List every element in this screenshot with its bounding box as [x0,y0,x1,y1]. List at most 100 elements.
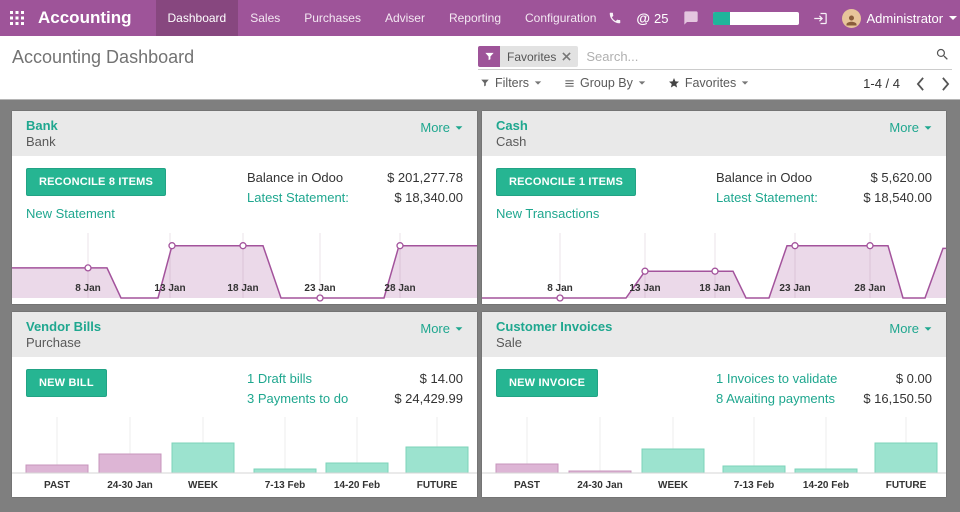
card-stats: Balance in Odoo $ 5,620.00 Latest Statem… [716,168,932,223]
control-panel: Accounting Dashboard Favorites Filters [0,36,960,99]
card-body: RECONCILE 8 ITEMS New Statement Balance … [12,156,477,223]
svg-text:28 Jan: 28 Jan [384,283,415,294]
svg-text:WEEK: WEEK [188,480,219,491]
activities-counter[interactable]: @ 25 [636,10,668,26]
chevron-down-icon [742,81,748,84]
pager-previous-button[interactable] [916,77,925,91]
user-menu[interactable]: Administrator [842,9,958,28]
pager: 1-4 / 4 [863,76,950,91]
stat-value: $ 201,277.78 [387,168,463,188]
search-icon[interactable] [935,47,950,67]
stat-label[interactable]: 3 Payments to do [247,389,348,409]
card-subtitle: Bank [26,134,58,150]
menu-item-adviser[interactable]: Adviser [373,0,437,36]
pager-next-button[interactable] [941,77,950,91]
svg-text:18 Jan: 18 Jan [699,283,730,294]
stat-label[interactable]: Latest Statement: [716,188,818,208]
card-header: Customer Invoices Sale More [482,312,946,357]
stat-label[interactable]: 8 Awaiting payments [716,389,835,409]
card-title[interactable]: Bank [26,118,58,134]
favorites-button[interactable]: Favorites [668,76,749,90]
svg-text:PAST: PAST [44,480,70,491]
card-bank: Bank Bank More RECONCILE 8 ITEMS New Sta… [12,111,477,304]
menu-item-reporting[interactable]: Reporting [437,0,513,36]
user-name: Administrator [867,11,944,26]
menu-item-purchases[interactable]: Purchases [292,0,373,36]
chevron-down-icon [925,126,932,129]
card-body: RECONCILE 1 ITEMS New Transactions Balan… [482,156,946,223]
svg-text:8 Jan: 8 Jan [75,283,101,294]
filter-funnel-icon [478,46,500,67]
svg-text:24-30 Jan: 24-30 Jan [577,480,623,491]
svg-text:7-13 Feb: 7-13 Feb [265,480,306,491]
progress-bar [713,12,799,25]
card-header: Cash Cash More [482,111,946,156]
more-dropdown[interactable]: More [889,120,932,135]
svg-text:13 Jan: 13 Jan [629,283,660,294]
card-vendor-bills: Vendor Bills Purchase More NEW BILL 1 Dr… [12,312,477,497]
stat-label[interactable]: 1 Draft bills [247,369,312,389]
menu-item-sales[interactable]: Sales [238,0,292,36]
svg-text:WEEK: WEEK [658,480,689,491]
search-input[interactable] [586,49,927,64]
progress-fill [713,12,730,25]
bar-chart-svg: PAST24-30 JanWEEK7-13 Feb14-20 FebFUTURE [12,409,477,497]
menu-item-dashboard[interactable]: Dashboard [156,0,239,36]
facet-label: Favorites [507,50,556,64]
new-transactions-link[interactable]: New Transactions [496,206,599,221]
group-by-button[interactable]: Group By [564,76,646,90]
stat-value: $ 0.00 [896,369,932,389]
more-dropdown[interactable]: More [420,120,463,135]
stat-row: Balance in Odoo $ 5,620.00 [716,168,932,188]
filters-button[interactable]: Filters [480,76,542,90]
stat-row: 3 Payments to do $ 24,429.99 [247,389,463,409]
svg-text:FUTURE: FUTURE [886,480,927,491]
cards-grid: Bank Bank More RECONCILE 8 ITEMS New Sta… [12,111,946,497]
stat-value: $ 14.00 [420,369,463,389]
sign-in-arrow-icon[interactable] [813,11,828,26]
stat-label: Balance in Odoo [247,168,343,188]
stat-row: Latest Statement: $ 18,540.00 [716,188,932,208]
stat-label[interactable]: Latest Statement: [247,188,349,208]
stat-label[interactable]: 1 Invoices to validate [716,369,837,389]
stat-row: 8 Awaiting payments $ 16,150.50 [716,389,932,409]
more-dropdown[interactable]: More [420,321,463,336]
pager-range: 1-4 / 4 [863,76,900,91]
card-subtitle: Cash [496,134,528,150]
stat-row: Balance in Odoo $ 201,277.78 [247,168,463,188]
chevron-down-icon [535,81,541,84]
new-statement-link[interactable]: New Statement [26,206,115,221]
phone-icon[interactable] [608,11,622,25]
card-subtitle: Purchase [26,335,101,351]
area-chart-svg: 8 Jan13 Jan18 Jan23 Jan28 Jan [482,223,946,304]
card-title[interactable]: Cash [496,118,528,134]
customer-invoices-chart: PAST24-30 JanWEEK7-13 Feb14-20 FebFUTURE [482,409,946,497]
apps-grid-icon [9,10,25,26]
svg-text:7-13 Feb: 7-13 Feb [734,480,775,491]
menu-item-configuration[interactable]: Configuration [513,0,608,36]
card-title[interactable]: Vendor Bills [26,319,101,335]
reconcile-items-button[interactable]: RECONCILE 1 ITEMS [496,168,636,196]
svg-text:28 Jan: 28 Jan [854,283,885,294]
filter-funnel-icon [480,78,490,88]
apps-grid-icon[interactable] [0,0,34,36]
bar-chart-svg: PAST24-30 JanWEEK7-13 Feb14-20 FebFUTURE [482,409,946,497]
stat-value: $ 24,429.99 [394,389,463,409]
reconcile-items-button[interactable]: RECONCILE 8 ITEMS [26,168,166,196]
chevron-down-icon [639,81,645,84]
svg-text:14-20 Feb: 14-20 Feb [334,480,380,491]
stat-label: Balance in Odoo [716,168,812,188]
new-bill-button[interactable]: NEW BILL [26,369,107,397]
more-dropdown[interactable]: More [889,321,932,336]
card-title[interactable]: Customer Invoices [496,319,612,335]
card-customer-invoices: Customer Invoices Sale More NEW INVOICE … [482,312,946,497]
chat-bubble-icon[interactable] [683,10,699,26]
at-icon: @ [636,10,650,26]
app-brand[interactable]: Accounting [34,0,156,36]
close-icon[interactable] [562,52,571,61]
star-icon [668,77,680,89]
search-options: Filters Group By Favorites [480,76,749,90]
stat-value: $ 5,620.00 [871,168,932,188]
activity-count: 25 [654,11,668,26]
new-invoice-button[interactable]: NEW INVOICE [496,369,598,397]
